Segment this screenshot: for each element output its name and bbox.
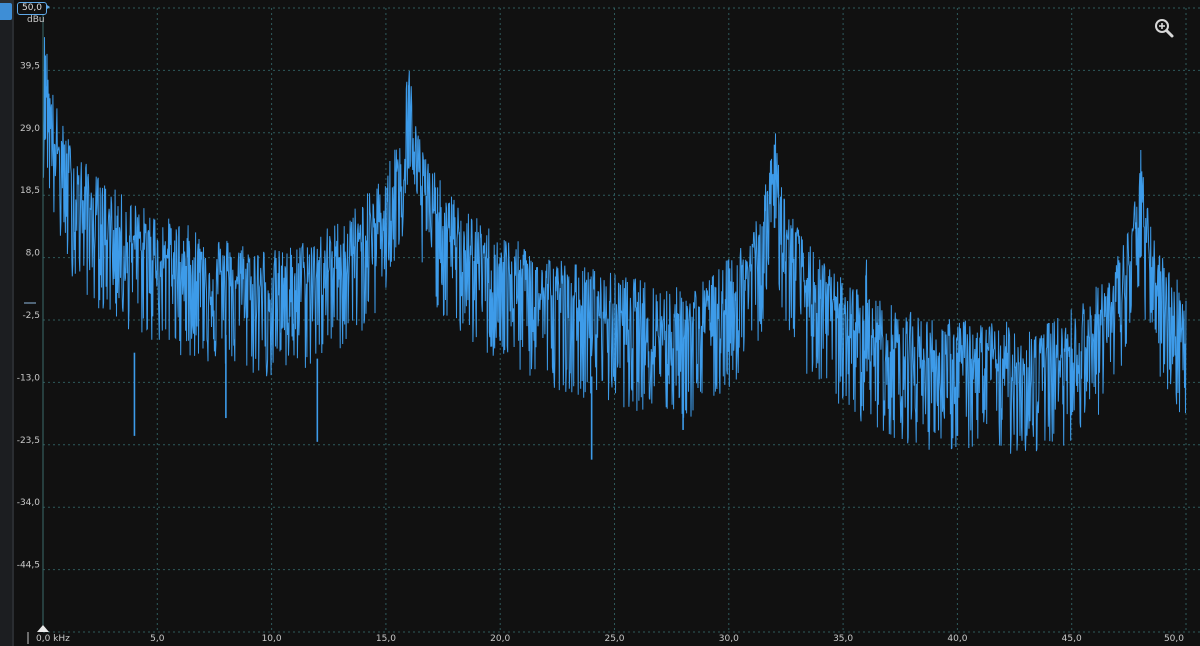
y-tick-label: 8,0: [26, 249, 41, 259]
y-tick-label: -23,5: [17, 436, 40, 446]
x-tick-label: 20,0: [490, 634, 510, 644]
x-tick-label: 0,0 kHz: [36, 634, 70, 644]
y-tick-label: -34,0: [17, 498, 41, 508]
x-origin-marker[interactable]: [37, 625, 49, 632]
x-tick-label: 25,0: [604, 634, 624, 644]
x-tick-label: 10,0: [262, 634, 282, 644]
y-unit-label: dBu: [27, 15, 45, 25]
spectrum-plot[interactable]: 39,529,018,58,0-2,5-13,0-23,5-34,0-44,5 …: [0, 0, 1200, 646]
y-tick-label: -2,5: [22, 311, 40, 321]
y-max-input[interactable]: 50,0: [17, 2, 47, 15]
x-tick-label: 30,0: [719, 634, 739, 644]
x-tick-label: 15,0: [376, 634, 396, 644]
spectrum-view: 39,5 29,0 18,5 8,0 -2,5 -13,0 -23,5 -34,0 -44,5 …: [0, 0, 1200, 646]
x-tick-label: 40,0: [947, 634, 967, 644]
zoom-glyph: [1155, 19, 1174, 38]
y-tick-label: 18,5: [20, 186, 40, 196]
y-tick-label: 29,0: [20, 124, 40, 134]
x-axis-ticks: 0,0 kHz 5,0 10,0 15,0 20,0 25,0 30,0 35,0 40,0 45…: [36, 634, 1184, 644]
x-tick-label: 50,0: [1164, 634, 1184, 644]
y-tick-label: -44,5: [17, 561, 40, 571]
x-tick-label: 35,0: [833, 634, 853, 644]
x-tick-label: 45,0: [1062, 634, 1082, 644]
y-tick-label: -13,0: [17, 373, 41, 383]
x-tick-label: 5,0: [150, 634, 165, 644]
zoom-in-icon[interactable]: [1153, 17, 1175, 39]
y-axis-ticks: 39,5 29,0 18,5 8,0 -2,5 -13,0 -23,5 -34,0 -44,5: [17, 61, 41, 570]
axis-markers: [24, 3, 50, 644]
y-tick-label: 39,5: [20, 61, 40, 71]
